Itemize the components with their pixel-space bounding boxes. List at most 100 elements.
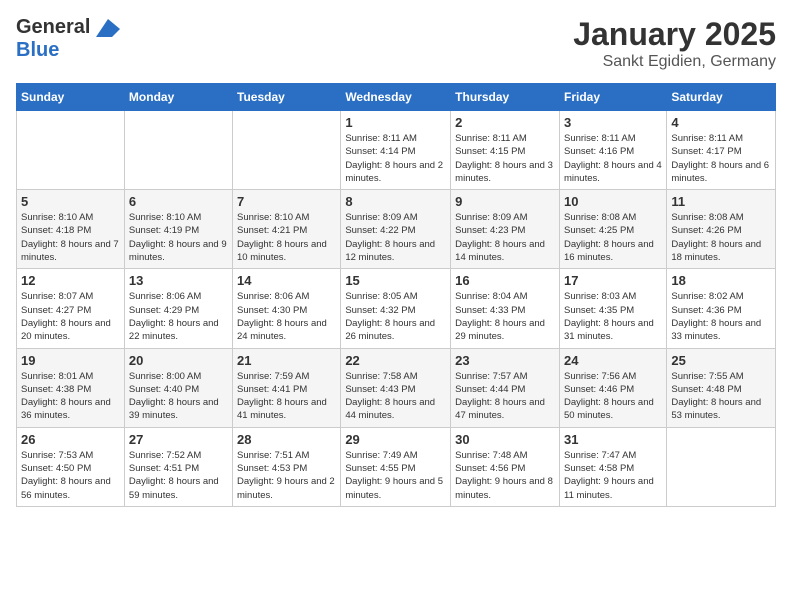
calendar-week-2: 5 Sunrise: 8:10 AM Sunset: 4:18 PM Daylig… (17, 190, 776, 269)
day-number: 4 (671, 115, 771, 130)
day-number: 14 (237, 273, 336, 288)
calendar-cell: 13 Sunrise: 8:06 AM Sunset: 4:29 PM Dayli… (124, 269, 232, 348)
calendar-header-friday: Friday (559, 84, 666, 111)
calendar-cell: 4 Sunrise: 8:11 AM Sunset: 4:17 PM Daylig… (667, 111, 776, 190)
day-info: Sunrise: 8:06 AM Sunset: 4:29 PM Dayligh… (129, 290, 228, 343)
day-number: 27 (129, 432, 228, 447)
day-info: Sunrise: 8:08 AM Sunset: 4:26 PM Dayligh… (671, 211, 771, 264)
title-section: January 2025 Sankt Egidien, Germany (573, 16, 776, 71)
day-number: 13 (129, 273, 228, 288)
day-info: Sunrise: 8:03 AM Sunset: 4:35 PM Dayligh… (564, 290, 662, 343)
calendar-cell: 27 Sunrise: 7:52 AM Sunset: 4:51 PM Dayli… (124, 427, 232, 506)
day-info: Sunrise: 8:11 AM Sunset: 4:14 PM Dayligh… (345, 132, 446, 185)
calendar-header-monday: Monday (124, 84, 232, 111)
calendar-cell: 1Sunrise: 8:11 AM Sunset: 4:14 PM Daylig… (341, 111, 451, 190)
day-info: Sunrise: 8:06 AM Sunset: 4:30 PM Dayligh… (237, 290, 336, 343)
calendar-cell: 7 Sunrise: 8:10 AM Sunset: 4:21 PM Daylig… (233, 190, 341, 269)
day-number: 24 (564, 353, 662, 368)
day-number: 3 (564, 115, 662, 130)
calendar-cell: 31Sunrise: 7:47 AM Sunset: 4:58 PM Dayli… (559, 427, 666, 506)
day-info: Sunrise: 8:00 AM Sunset: 4:40 PM Dayligh… (129, 370, 228, 423)
calendar-cell: 19 Sunrise: 8:01 AM Sunset: 4:38 PM Dayli… (17, 348, 125, 427)
logo-general-text: General (16, 16, 90, 39)
day-info: Sunrise: 7:49 AM Sunset: 4:55 PM Dayligh… (345, 449, 446, 502)
day-number: 5 (21, 194, 120, 209)
calendar-cell: 6Sunrise: 8:10 AM Sunset: 4:19 PM Daylig… (124, 190, 232, 269)
calendar-cell: 5 Sunrise: 8:10 AM Sunset: 4:18 PM Daylig… (17, 190, 125, 269)
day-info: Sunrise: 8:04 AM Sunset: 4:33 PM Dayligh… (455, 290, 555, 343)
day-info: Sunrise: 7:52 AM Sunset: 4:51 PM Dayligh… (129, 449, 228, 502)
day-info: Sunrise: 7:58 AM Sunset: 4:43 PM Dayligh… (345, 370, 446, 423)
calendar-cell: 23 Sunrise: 7:57 AM Sunset: 4:44 PM Dayli… (451, 348, 560, 427)
calendar-header-saturday: Saturday (667, 84, 776, 111)
day-number: 30 (455, 432, 555, 447)
calendar-cell: 15Sunrise: 8:05 AM Sunset: 4:32 PM Dayli… (341, 269, 451, 348)
day-number: 9 (455, 194, 555, 209)
calendar-cell: 11Sunrise: 8:08 AM Sunset: 4:26 PM Dayli… (667, 190, 776, 269)
calendar-table: SundayMondayTuesdayWednesdayThursdayFrid… (16, 83, 776, 507)
calendar-cell: 21Sunrise: 7:59 AM Sunset: 4:41 PM Dayli… (233, 348, 341, 427)
day-info: Sunrise: 8:10 AM Sunset: 4:21 PM Dayligh… (237, 211, 336, 264)
day-number: 28 (237, 432, 336, 447)
day-info: Sunrise: 8:08 AM Sunset: 4:25 PM Dayligh… (564, 211, 662, 264)
calendar-header-row: SundayMondayTuesdayWednesdayThursdayFrid… (17, 84, 776, 111)
day-info: Sunrise: 8:10 AM Sunset: 4:18 PM Dayligh… (21, 211, 120, 264)
calendar-cell: 24 Sunrise: 7:56 AM Sunset: 4:46 PM Dayli… (559, 348, 666, 427)
day-number: 18 (671, 273, 771, 288)
day-number: 20 (129, 353, 228, 368)
day-info: Sunrise: 7:56 AM Sunset: 4:46 PM Dayligh… (564, 370, 662, 423)
day-info: Sunrise: 7:55 AM Sunset: 4:48 PM Dayligh… (671, 370, 771, 423)
calendar-week-5: 26Sunrise: 7:53 AM Sunset: 4:50 PM Dayli… (17, 427, 776, 506)
day-info: Sunrise: 8:11 AM Sunset: 4:16 PM Dayligh… (564, 132, 662, 185)
day-number: 23 (455, 353, 555, 368)
calendar-cell: 14 Sunrise: 8:06 AM Sunset: 4:30 PM Dayli… (233, 269, 341, 348)
calendar-cell: 30 Sunrise: 7:48 AM Sunset: 4:56 PM Dayli… (451, 427, 560, 506)
logo-icon (92, 17, 124, 39)
calendar-cell: 29 Sunrise: 7:49 AM Sunset: 4:55 PM Dayli… (341, 427, 451, 506)
day-number: 25 (671, 353, 771, 368)
calendar-cell: 26Sunrise: 7:53 AM Sunset: 4:50 PM Dayli… (17, 427, 125, 506)
calendar-week-4: 19 Sunrise: 8:01 AM Sunset: 4:38 PM Dayli… (17, 348, 776, 427)
day-info: Sunrise: 7:53 AM Sunset: 4:50 PM Dayligh… (21, 449, 120, 502)
day-number: 17 (564, 273, 662, 288)
day-number: 7 (237, 194, 336, 209)
logo: General Blue (16, 16, 124, 62)
day-info: Sunrise: 8:09 AM Sunset: 4:23 PM Dayligh… (455, 211, 555, 264)
day-info: Sunrise: 7:51 AM Sunset: 4:53 PM Dayligh… (237, 449, 336, 502)
day-info: Sunrise: 8:10 AM Sunset: 4:19 PM Dayligh… (129, 211, 228, 264)
calendar-header-thursday: Thursday (451, 84, 560, 111)
calendar-cell (17, 111, 125, 190)
logo-blue-text: Blue (16, 39, 59, 62)
day-number: 8 (345, 194, 446, 209)
day-number: 19 (21, 353, 120, 368)
calendar-header-sunday: Sunday (17, 84, 125, 111)
calendar-week-1: 1Sunrise: 8:11 AM Sunset: 4:14 PM Daylig… (17, 111, 776, 190)
day-number: 29 (345, 432, 446, 447)
calendar-cell: 22 Sunrise: 7:58 AM Sunset: 4:43 PM Dayli… (341, 348, 451, 427)
day-info: Sunrise: 7:59 AM Sunset: 4:41 PM Dayligh… (237, 370, 336, 423)
calendar-cell: 3 Sunrise: 8:11 AM Sunset: 4:16 PM Daylig… (559, 111, 666, 190)
calendar-cell (667, 427, 776, 506)
calendar-cell: 17 Sunrise: 8:03 AM Sunset: 4:35 PM Dayli… (559, 269, 666, 348)
calendar-cell: 2Sunrise: 8:11 AM Sunset: 4:15 PM Daylig… (451, 111, 560, 190)
day-info: Sunrise: 7:57 AM Sunset: 4:44 PM Dayligh… (455, 370, 555, 423)
calendar-cell (124, 111, 232, 190)
calendar-cell: 16 Sunrise: 8:04 AM Sunset: 4:33 PM Dayli… (451, 269, 560, 348)
day-info: Sunrise: 8:09 AM Sunset: 4:22 PM Dayligh… (345, 211, 446, 264)
calendar-cell: 12Sunrise: 8:07 AM Sunset: 4:27 PM Dayli… (17, 269, 125, 348)
day-info: Sunrise: 8:11 AM Sunset: 4:15 PM Dayligh… (455, 132, 555, 185)
day-info: Sunrise: 8:11 AM Sunset: 4:17 PM Dayligh… (671, 132, 771, 185)
day-number: 10 (564, 194, 662, 209)
day-number: 15 (345, 273, 446, 288)
day-number: 22 (345, 353, 446, 368)
calendar-header-wednesday: Wednesday (341, 84, 451, 111)
calendar-week-3: 12Sunrise: 8:07 AM Sunset: 4:27 PM Dayli… (17, 269, 776, 348)
calendar-header-tuesday: Tuesday (233, 84, 341, 111)
day-info: Sunrise: 8:02 AM Sunset: 4:36 PM Dayligh… (671, 290, 771, 343)
calendar-cell: 9 Sunrise: 8:09 AM Sunset: 4:23 PM Daylig… (451, 190, 560, 269)
day-number: 16 (455, 273, 555, 288)
day-number: 12 (21, 273, 120, 288)
day-info: Sunrise: 8:01 AM Sunset: 4:38 PM Dayligh… (21, 370, 120, 423)
day-info: Sunrise: 7:48 AM Sunset: 4:56 PM Dayligh… (455, 449, 555, 502)
day-number: 31 (564, 432, 662, 447)
